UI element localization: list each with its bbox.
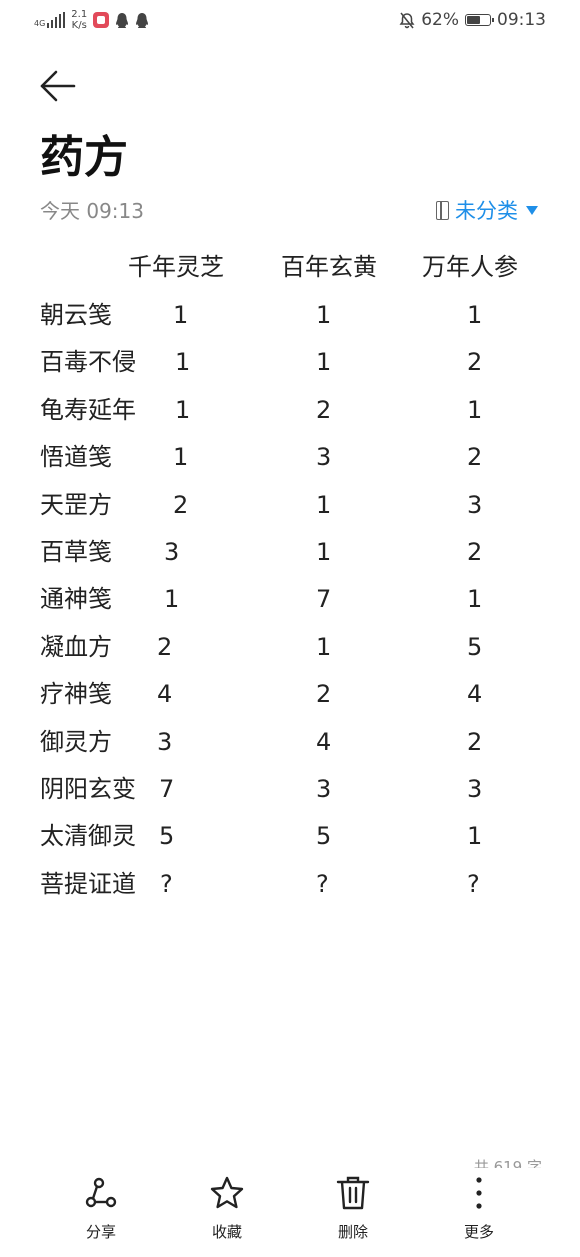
row-label: 百草笺 (40, 538, 112, 566)
bottom-toolbar: 分享 收藏 删除 更多 (0, 1175, 580, 1257)
column-header: 百年玄黄 (281, 253, 377, 281)
table-cell: 5 (316, 822, 332, 850)
table-cell: 5 (467, 633, 483, 661)
table-cell: 1 (164, 585, 180, 613)
word-count: 共 619 字 (473, 1158, 542, 1168)
delete-button[interactable]: 删除 (313, 1175, 393, 1242)
table-cell: 1 (175, 396, 191, 424)
row-label: 御灵方 (40, 728, 112, 756)
table-cell: ? (467, 870, 480, 898)
table-cell: 3 (467, 491, 483, 519)
share-label: 分享 (85, 1223, 116, 1241)
share-button[interactable]: 分享 (61, 1175, 141, 1242)
more-vertical-icon (476, 1177, 482, 1209)
star-icon (210, 1176, 244, 1209)
table-cell: 2 (467, 728, 483, 756)
column-header: 千年灵芝 (128, 253, 224, 281)
row-label: 朝云笺 (40, 301, 112, 329)
table-cell: ? (316, 870, 329, 898)
more-button[interactable]: 更多 (439, 1175, 519, 1242)
table-cell: 1 (316, 348, 332, 376)
more-label: 更多 (463, 1223, 494, 1241)
column-header: 万年人参 (422, 253, 518, 281)
table-cell: 1 (173, 443, 189, 471)
row-label: 龟寿延年 (40, 396, 136, 424)
row-label: 悟道笺 (40, 443, 112, 471)
table-cell: 7 (316, 585, 332, 613)
table-cell: 2 (316, 396, 332, 424)
table-cell: 2 (316, 680, 332, 708)
table-cell: 1 (316, 633, 332, 661)
table-cell: 3 (467, 775, 483, 803)
table-cell: 1 (467, 822, 483, 850)
table-cell: 2 (467, 443, 483, 471)
table-cell: 2 (467, 348, 483, 376)
favorite-button[interactable]: 收藏 (187, 1175, 267, 1242)
table-cell: 3 (157, 728, 173, 756)
table-cell: 7 (159, 775, 175, 803)
row-label: 疗神笺 (40, 680, 112, 708)
table-cell: 2 (157, 633, 173, 661)
table-cell: 4 (467, 680, 483, 708)
table-cell: 1 (467, 396, 483, 424)
row-label: 天罡方 (40, 491, 112, 519)
trash-icon (336, 1176, 370, 1210)
table-cell: 3 (164, 538, 180, 566)
row-label: 通神笺 (40, 585, 112, 613)
delete-label: 删除 (337, 1223, 368, 1241)
table-cell: 2 (173, 491, 189, 519)
row-label: 阴阳玄变 (40, 775, 136, 803)
table-cell: 1 (316, 538, 332, 566)
table-cell: 1 (173, 301, 189, 329)
table-cell: ? (160, 870, 173, 898)
table-cell: 1 (467, 585, 483, 613)
table-cell: 5 (159, 822, 175, 850)
favorite-label: 收藏 (211, 1223, 242, 1241)
row-label: 百毒不侵 (40, 348, 136, 376)
table-cell: 1 (316, 491, 332, 519)
table-cell: 3 (316, 775, 332, 803)
table-cell: 1 (175, 348, 191, 376)
table-cell: 4 (316, 728, 332, 756)
row-label: 太清御灵 (40, 822, 136, 850)
note-body[interactable]: 千年灵芝 百年玄黄 万年人参朝云笺 1 1 1 百毒不侵 1 1 2 龟寿延年 1 2 1 悟道笺 1 3 2 天罡… (0, 0, 580, 1000)
table-cell: 3 (316, 443, 332, 471)
table-cell: 2 (467, 538, 483, 566)
row-label: 菩提证道 (40, 870, 136, 898)
row-label: 凝血方 (40, 633, 112, 661)
table-cell: 1 (316, 301, 332, 329)
share-icon (85, 1177, 117, 1208)
table-cell: 4 (157, 680, 173, 708)
table-cell: 1 (467, 301, 483, 329)
